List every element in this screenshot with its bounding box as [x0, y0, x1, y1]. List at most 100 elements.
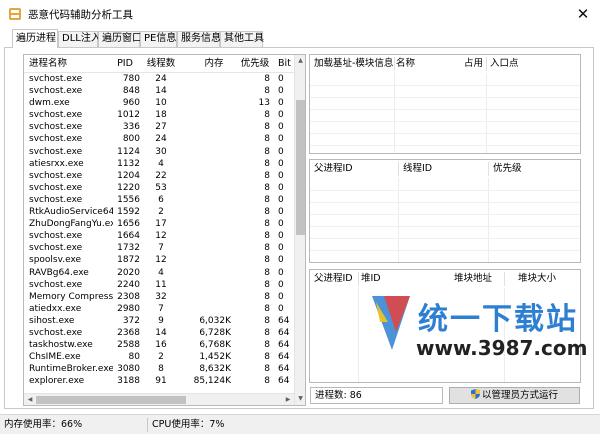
- table-row[interactable]: svchost.exe 1220 53 8 0: [24, 182, 294, 194]
- cell-bit: 0: [278, 122, 284, 133]
- column-header-threads[interactable]: 线程数: [146, 55, 176, 73]
- column-header-module-base[interactable]: 加载基址-模块信息: [314, 55, 393, 73]
- table-row[interactable]: svchost.exe 1664 12 8 0: [24, 230, 294, 242]
- table-row[interactable]: RtkAudioService64.... 1592 2 80: [24, 206, 294, 218]
- process-list[interactable]: 进程名称 PID 线程数 内存 优先级 Bit svchost.exe 780 24…: [23, 54, 306, 406]
- column-header-heap-block-address[interactable]: 堆块地址: [454, 270, 492, 288]
- table-row[interactable]: svchost.exe 1012 18 8 0: [24, 109, 294, 121]
- cell-threads: 7: [158, 243, 164, 254]
- column-header-thread-priority[interactable]: 优先级: [493, 160, 522, 178]
- table-row[interactable]: svchost.exe 780 24 8 0: [24, 73, 294, 85]
- column-header-thread-id[interactable]: 线程ID: [403, 160, 432, 178]
- table-row[interactable]: svchost.exe 1556 6 8 0: [24, 194, 294, 206]
- cell-name: ZhuDongFangYu.exe: [29, 219, 113, 230]
- cell-name: svchost.exe: [29, 122, 83, 133]
- scroll-down-arrow-icon[interactable]: ▼: [295, 393, 305, 405]
- column-header-module-name[interactable]: 名称: [396, 55, 415, 73]
- thread-info-list[interactable]: 父进程ID 线程ID 优先级: [309, 159, 581, 263]
- tab-other-tools[interactable]: 其他工具: [220, 31, 264, 47]
- column-header-parent-pid[interactable]: 父进程ID: [314, 160, 353, 178]
- cell-bit: 64: [278, 364, 290, 375]
- table-row[interactable]: dwm.exe 960 10 13 0: [24, 97, 294, 109]
- module-info-list[interactable]: 加载基址-模块信息 名称 占用 入口点: [309, 54, 581, 154]
- table-row[interactable]: taskhostw.exe 2588 16 6,768K 8 64: [24, 339, 294, 351]
- column-header-heap-block-size[interactable]: 堆块大小: [518, 270, 556, 288]
- horizontal-scroll-thumb[interactable]: [36, 396, 186, 404]
- tab-window-list[interactable]: 遍历窗口: [98, 31, 142, 47]
- table-row[interactable]: svchost.exe 800 24 8 0: [24, 133, 294, 145]
- cell-threads: 12: [155, 255, 167, 266]
- table-row[interactable]: svchost.exe 2240 11 8 0: [24, 279, 294, 291]
- table-row[interactable]: atiesrxx.exe 1132 4 8 0: [24, 158, 294, 170]
- scroll-right-arrow-icon[interactable]: ▶: [282, 394, 294, 405]
- cell-name: atiedxx.exe: [29, 303, 82, 314]
- column-header-entry-point[interactable]: 入口点: [490, 55, 519, 73]
- table-row[interactable]: sihost.exe 372 9 6,032K 8 64: [24, 315, 294, 327]
- column-header-module-size[interactable]: 占用: [464, 55, 483, 73]
- tab-pe-info[interactable]: PE信息: [140, 31, 177, 47]
- scroll-up-arrow-icon[interactable]: ▲: [295, 55, 305, 67]
- column-header-bit[interactable]: Bit: [278, 55, 294, 73]
- cell-threads: 30: [155, 146, 167, 157]
- table-row[interactable]: svchost.exe 1732 7 8 0: [24, 242, 294, 254]
- cell-pid: 1556: [117, 194, 140, 205]
- cell-priority: 8: [264, 74, 270, 84]
- tab-service-info[interactable]: 服务信息: [177, 31, 221, 47]
- table-row[interactable]: Memory Compression 2308 32 80: [24, 291, 294, 303]
- cell-threads: 6: [158, 194, 164, 205]
- cell-name: RtkAudioService64....: [29, 207, 113, 218]
- column-header-pid[interactable]: PID: [110, 55, 140, 73]
- table-row[interactable]: spoolsv.exe 1872 12 8 0: [24, 254, 294, 266]
- cell-priority: 8: [264, 327, 270, 338]
- table-row[interactable]: svchost.exe 2368 14 6,728K 8 64: [24, 327, 294, 339]
- cell-name: sihost.exe: [29, 315, 75, 326]
- cell-bit: 0: [278, 291, 284, 302]
- run-as-admin-button[interactable]: 以管理员方式运行: [449, 387, 580, 404]
- cell-bit: 0: [278, 170, 284, 181]
- table-row[interactable]: svchost.exe 1124 30 8 0: [24, 146, 294, 158]
- tab-dll-inject[interactable]: DLL注入: [58, 31, 101, 47]
- cell-bit: 0: [278, 255, 284, 266]
- column-header-name[interactable]: 进程名称: [29, 55, 113, 73]
- column-header-heap-id[interactable]: 堆ID: [361, 270, 381, 288]
- table-row[interactable]: ZhuDongFangYu.exe 1656 17 8 0: [24, 218, 294, 230]
- thread-info-header: 父进程ID 线程ID 优先级: [310, 160, 580, 178]
- cell-name: dwm.exe: [29, 98, 70, 109]
- table-row[interactable]: svchost.exe 848 14 8 0: [24, 85, 294, 97]
- cell-threads: 10: [155, 98, 167, 109]
- process-count: 进程数: 86: [310, 387, 443, 404]
- cell-priority: 13: [258, 98, 270, 109]
- horizontal-scrollbar[interactable]: ◀ ▶: [24, 393, 294, 405]
- cell-name: spoolsv.exe: [29, 255, 82, 266]
- table-row[interactable]: RAVBg64.exe 2020 4 8 0: [24, 267, 294, 279]
- table-row[interactable]: svchost.exe 336 27 8 0: [24, 121, 294, 133]
- table-row[interactable]: explorer.exe 3188 91 85,124K 8 64: [24, 375, 294, 387]
- column-header-priority[interactable]: 优先级: [240, 55, 270, 73]
- cell-pid: 960: [122, 98, 140, 109]
- cell-pid: 2240: [117, 279, 140, 290]
- table-row[interactable]: ChsIME.exe 80 2 1,452K 8 64: [24, 351, 294, 363]
- cell-bit: 0: [278, 134, 284, 145]
- watermark-logo-icon: [372, 296, 410, 350]
- table-row[interactable]: RuntimeBroker.exe 3080 8 8,632K 8 64: [24, 363, 294, 375]
- close-button[interactable]: ✕: [572, 4, 594, 24]
- table-row[interactable]: atiedxx.exe 2980 7 8 0: [24, 303, 294, 315]
- cell-pid: 1872: [117, 255, 140, 266]
- watermark-text: 统一下载站: [418, 302, 578, 337]
- column-header-heap-parent-pid[interactable]: 父进程ID: [314, 270, 353, 288]
- cell-pid: 80: [128, 352, 140, 363]
- table-row[interactable]: svchost.exe 1204 22 8 0: [24, 170, 294, 182]
- vertical-scroll-thumb[interactable]: [296, 100, 305, 235]
- cell-bit: 0: [278, 182, 284, 193]
- scroll-left-arrow-icon[interactable]: ◀: [24, 394, 36, 405]
- cell-name: svchost.exe: [29, 279, 83, 290]
- cell-name: Memory Compression: [29, 291, 113, 302]
- cell-pid: 1664: [117, 231, 140, 242]
- column-header-memory[interactable]: 内存: [194, 55, 234, 73]
- tab-process-list[interactable]: 遍历进程: [12, 29, 58, 48]
- cell-name: atiesrxx.exe: [29, 158, 84, 169]
- cell-bit: 0: [278, 219, 284, 230]
- cell-priority: 8: [264, 158, 270, 169]
- vertical-scrollbar[interactable]: ▲ ▼: [294, 55, 305, 405]
- cell-priority: 8: [264, 207, 270, 218]
